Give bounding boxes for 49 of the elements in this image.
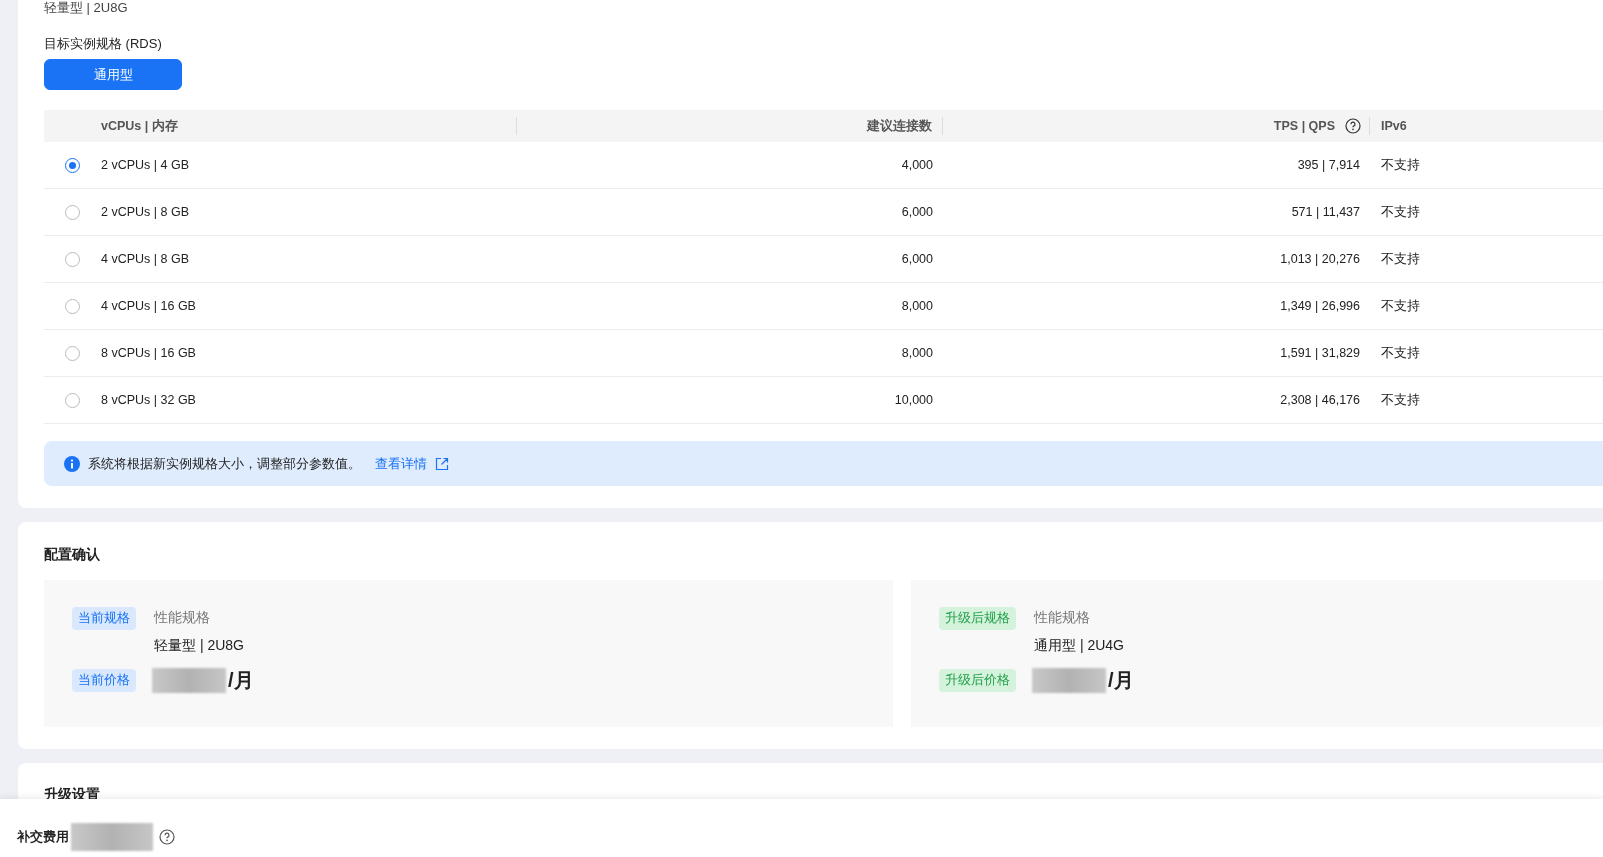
external-link-icon[interactable] [435, 456, 449, 471]
section-title: 配置确认 [44, 545, 101, 563]
table-cell: 4 vCPUs | 16 GB [101, 299, 196, 313]
spec-value: 轻量型 | 2U8G [154, 637, 244, 655]
table-cell: 1,591 | 31,829 [1280, 346, 1360, 360]
table-cell: 不支持 [1381, 204, 1420, 219]
table-cell: 8 vCPUs | 16 GB [101, 346, 196, 360]
table-cell: 不支持 [1381, 298, 1420, 313]
fee-label: 补交费用 [17, 828, 69, 846]
table-cell: 4,000 [901, 158, 933, 172]
help-icon[interactable] [159, 829, 175, 845]
table-cell: 10,000 [894, 393, 933, 407]
column-header: 建议连接数 [867, 117, 932, 135]
table-cell: 2,308 | 46,176 [1280, 393, 1360, 407]
table-cell: 395 | 7,914 [1297, 158, 1360, 172]
spec-tag: 当前规格 [72, 607, 136, 630]
spec-tag: 升级后规格 [939, 607, 1016, 630]
info-icon [64, 455, 80, 472]
details-link[interactable]: 查看详情 [375, 454, 427, 473]
current-spec-text: 轻量型 | 2U8G [44, 0, 129, 16]
table-cell: 2 vCPUs | 8 GB [101, 205, 189, 219]
spec-label: 性能规格 [154, 609, 211, 627]
table-cell: 571 | 11,437 [1291, 205, 1360, 219]
table-cell: 不支持 [1381, 251, 1420, 266]
price-unit: /月 [228, 668, 254, 693]
table-cell: 1,013 | 20,276 [1280, 252, 1360, 266]
column-header: TPS | QPS [1273, 119, 1335, 133]
notice-text: 系统将根据新实例规格大小，调整部分参数值。 [88, 454, 361, 473]
spec-type-button[interactable]: 通用型 [44, 59, 182, 90]
table-cell: 8,000 [901, 299, 933, 313]
table-cell: 8,000 [901, 346, 933, 360]
price-unit: /月 [1108, 668, 1134, 693]
price-tag: 升级后价格 [939, 669, 1016, 692]
table-cell: 4 vCPUs | 8 GB [101, 252, 189, 266]
table-cell: 不支持 [1381, 345, 1420, 360]
table-cell: 6,000 [901, 252, 933, 266]
table-cell: 8 vCPUs | 32 GB [101, 393, 196, 407]
target-spec-label: 目标实例规格 (RDS) [44, 35, 163, 53]
table-cell: 1,349 | 26,996 [1280, 299, 1360, 313]
column-header: IPv6 [1381, 119, 1407, 133]
help-icon[interactable] [1345, 118, 1361, 134]
column-header: vCPUs | 内存 [101, 117, 178, 135]
spec-label: 性能规格 [1034, 609, 1091, 627]
table-cell: 不支持 [1381, 392, 1420, 407]
table-cell: 不支持 [1381, 157, 1420, 172]
spec-value: 通用型 | 2U4G [1034, 637, 1124, 655]
table-cell: 6,000 [901, 205, 933, 219]
price-tag: 当前价格 [72, 669, 136, 692]
table-cell: 2 vCPUs | 4 GB [101, 158, 189, 172]
